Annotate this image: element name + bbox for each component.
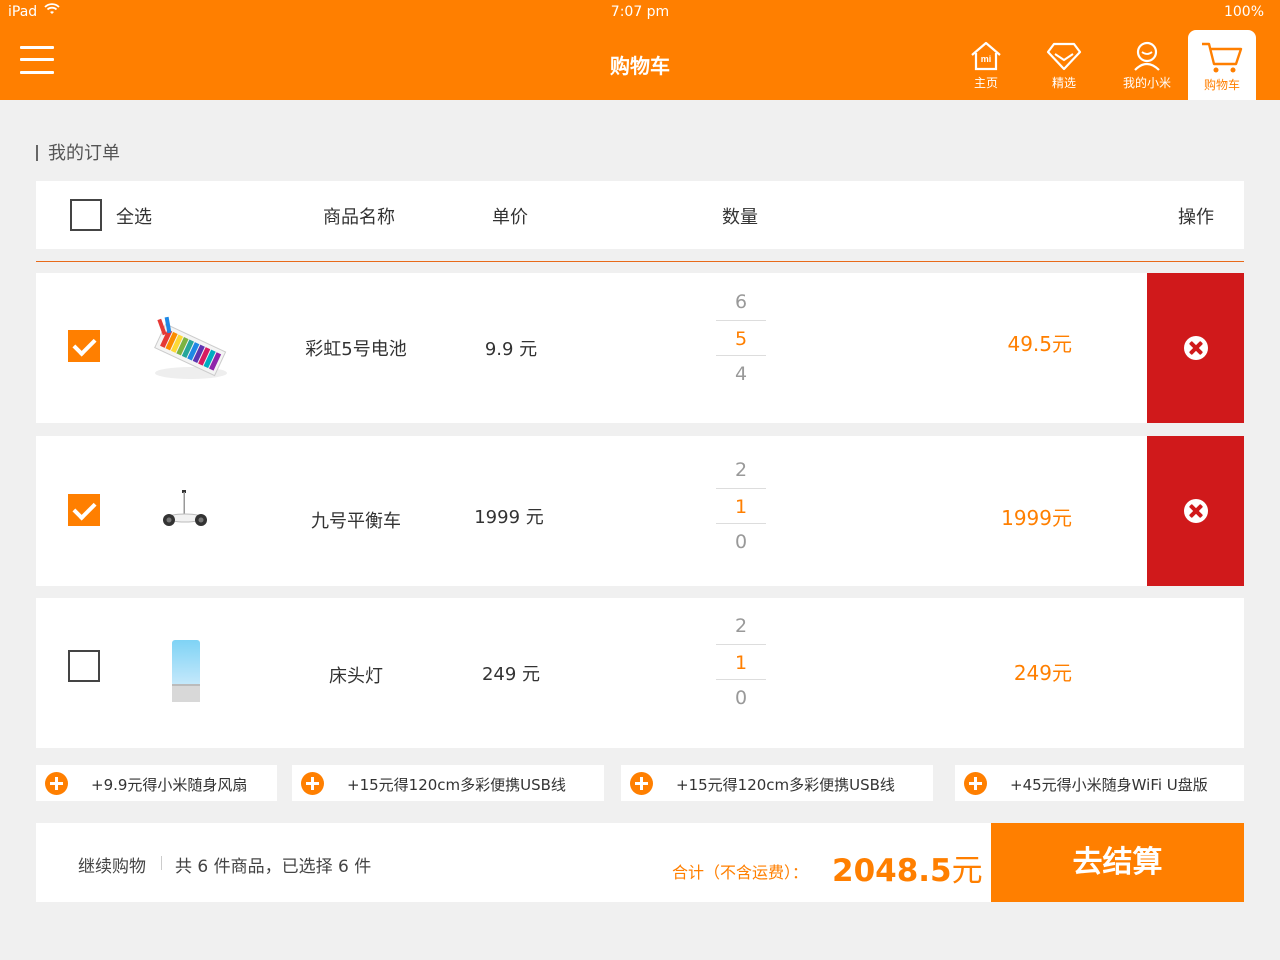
row-checkbox[interactable] xyxy=(68,330,100,362)
promo-item[interactable]: +15元得120cm多彩便携USB线 xyxy=(292,765,604,801)
promo-text: +9.9元得小米随身风扇 xyxy=(91,776,248,794)
total-unit: 元 xyxy=(951,853,983,889)
unit-price: 9.9 元 xyxy=(484,339,538,360)
select-all-label: 全选 xyxy=(116,207,152,228)
promo-item[interactable]: +9.9元得小米随身风扇 xyxy=(36,765,277,801)
quantity-picker[interactable]: 2 1 0 xyxy=(716,452,766,560)
quantity-picker[interactable]: 6 5 4 xyxy=(716,284,766,392)
checkout-bar: 继续购物 共 6 件商品，已选择 6 件 合计（不含运费）： 2048.5元 xyxy=(36,823,991,902)
promo-item[interactable]: +45元得小米随身WiFi U盘版 xyxy=(955,765,1244,801)
tab-home-label: 主页 xyxy=(973,76,998,90)
clock: 7:07 pm xyxy=(610,4,670,20)
tab-cart-label: 购物车 xyxy=(1203,78,1240,92)
home-icon: mi xyxy=(971,41,1001,71)
balance-scooter-image xyxy=(160,484,210,538)
header-quantity: 数量 xyxy=(722,207,758,228)
unit-price: 1999 元 xyxy=(474,507,544,528)
header-name: 商品名称 xyxy=(323,207,395,228)
header-action: 操作 xyxy=(1178,207,1214,228)
plus-icon xyxy=(301,772,324,795)
product-name: 彩虹5号电池 xyxy=(305,339,407,360)
qty-above: 2 xyxy=(734,459,748,481)
row-subtotal: 1999元 xyxy=(1001,506,1072,530)
promo-text: +15元得120cm多彩便携USB线 xyxy=(676,776,895,794)
qty-above: 2 xyxy=(734,615,748,637)
table-header: 全选 商品名称 单价 数量 操作 xyxy=(36,181,1244,249)
total-number: 2048.5 xyxy=(832,853,952,889)
plus-icon xyxy=(630,772,653,795)
section-bar xyxy=(36,145,38,161)
status-bar: iPad 7:07 pm 100% xyxy=(0,0,1280,24)
battery-level: 100% xyxy=(1223,4,1264,20)
unit-price: 249 元 xyxy=(481,664,541,685)
quantity-picker[interactable]: 2 1 0 xyxy=(716,608,766,716)
row-subtotal: 49.5元 xyxy=(1007,332,1072,356)
close-icon xyxy=(1184,499,1208,523)
tab-home[interactable]: mi 主页 xyxy=(951,34,1021,96)
row-checkbox[interactable] xyxy=(68,650,100,682)
mi-logo: mi xyxy=(981,54,992,64)
product-name: 九号平衡车 xyxy=(311,511,401,532)
select-all-checkbox[interactable] xyxy=(70,199,102,231)
qty-selected: 1 xyxy=(716,488,766,524)
total-amount: 2048.5元 xyxy=(832,845,983,890)
qty-selected: 5 xyxy=(716,320,766,356)
qty-below: 0 xyxy=(734,531,748,553)
qty-above: 6 xyxy=(734,291,748,313)
header-price: 单价 xyxy=(492,207,528,228)
cart-summary: 共 6 件商品，已选择 6 件 xyxy=(175,857,372,877)
delete-button[interactable] xyxy=(1147,273,1244,423)
plus-icon xyxy=(964,772,987,795)
row-subtotal: 249元 xyxy=(1013,661,1072,685)
promo-item[interactable]: +15元得120cm多彩便携USB线 xyxy=(621,765,933,801)
table-row: 彩虹5号电池 9.9 元 6 5 4 49.5元 xyxy=(36,273,1244,423)
battery-pack-image xyxy=(146,313,236,387)
total-label: 合计（不含运费）： xyxy=(672,863,809,882)
qty-below: 4 xyxy=(734,363,748,385)
delete-button[interactable] xyxy=(1147,436,1244,586)
diamond-icon xyxy=(1046,42,1082,71)
tab-featured-label: 精选 xyxy=(1051,76,1076,90)
promo-text: +15元得120cm多彩便携USB线 xyxy=(347,776,566,794)
footer-separator xyxy=(161,856,162,870)
top-bar: iPad 7:07 pm 100% 购物车 mi 主页 精选 我的小米 购物车 xyxy=(0,0,1280,100)
section-title: 我的订单 xyxy=(36,139,120,165)
product-name: 床头灯 xyxy=(329,666,383,687)
continue-shopping-link[interactable]: 继续购物 xyxy=(78,852,146,877)
bedside-lamp-image xyxy=(166,638,206,712)
qty-selected: 1 xyxy=(716,644,766,680)
close-icon xyxy=(1184,336,1208,360)
tab-my-mi[interactable]: 我的小米 xyxy=(1112,34,1182,96)
plus-icon xyxy=(45,772,68,795)
header-divider xyxy=(36,261,1244,262)
checkout-button[interactable]: 去结算 xyxy=(991,823,1244,902)
cart-icon xyxy=(1202,42,1243,73)
tab-cart[interactable]: 购物车 xyxy=(1188,30,1256,100)
row-checkbox[interactable] xyxy=(68,494,100,526)
tab-my-mi-label: 我的小米 xyxy=(1122,76,1171,90)
section-title-text: 我的订单 xyxy=(48,143,120,164)
tab-featured[interactable]: 精选 xyxy=(1029,34,1099,96)
promo-text: +45元得小米随身WiFi U盘版 xyxy=(1010,776,1208,794)
user-icon xyxy=(1134,41,1160,71)
table-row: 床头灯 249 元 2 1 0 249元 xyxy=(36,598,1244,748)
table-row: 九号平衡车 1999 元 2 1 0 1999元 xyxy=(36,436,1244,586)
qty-below: 0 xyxy=(734,687,748,709)
